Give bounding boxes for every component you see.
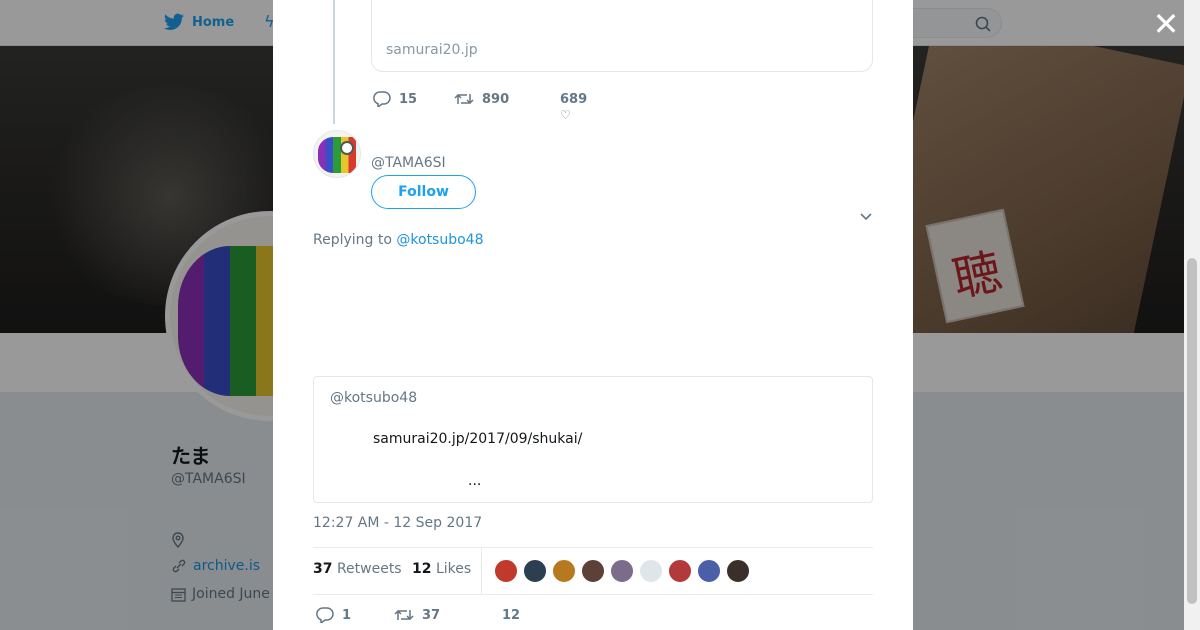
retweets-stat-label: Retweets — [336, 561, 402, 577]
like-count: 689 — [560, 91, 588, 107]
likes-stat-label: Likes — [435, 561, 472, 577]
close-icon[interactable]: ✕ — [1152, 8, 1180, 40]
retweet-button[interactable]: 37 — [394, 607, 502, 623]
heart-icon: ♡ — [560, 107, 571, 122]
liker-avatar[interactable] — [726, 559, 750, 583]
liker-avatar[interactable] — [494, 559, 518, 583]
tweet-permalink-modal: samurai20.jp 15 890 ♡ 689 @TAMA6SI Follo… — [273, 0, 913, 630]
quoted-tweet-handle: @kotsubo48 — [330, 390, 418, 406]
liker-avatar[interactable] — [552, 559, 576, 583]
quoted-tweet-card[interactable]: @kotsubo48 samurai20.jp/2017/09/shukai/ … — [313, 376, 873, 503]
retweets-stat-count: 37 — [313, 561, 333, 577]
stats-divider — [481, 548, 482, 594]
replying-to-link[interactable]: @kotsubo48 — [396, 232, 483, 248]
retweet-count: 890 — [482, 91, 510, 107]
chevron-down-icon[interactable] — [859, 210, 873, 224]
retweet-button[interactable]: 890 — [454, 91, 554, 107]
previous-tweet-actions: 15 890 ♡ 689 — [373, 91, 588, 122]
reply-count: 15 — [399, 91, 418, 107]
link-card-domain: samurai20.jp — [386, 42, 478, 58]
follow-button[interactable]: Follow — [371, 175, 476, 209]
scrollbar[interactable] — [1184, 0, 1200, 630]
like-button[interactable]: 12 — [502, 608, 520, 623]
previous-tweet-link-card[interactable]: samurai20.jp — [371, 0, 873, 72]
likes-stat[interactable]: 12 Likes — [412, 561, 471, 577]
replying-to: Replying to @kotsubo48 — [313, 232, 484, 248]
tweet-stats: 37 Retweets 12 Likes — [313, 547, 873, 595]
tweet-author-handle[interactable]: @TAMA6SI — [371, 155, 446, 171]
like-count: 12 — [502, 607, 521, 623]
reply-icon — [373, 91, 391, 107]
reply-icon — [316, 607, 334, 623]
retweets-stat[interactable]: 37 Retweets — [313, 561, 402, 577]
quoted-tweet-ellipsis: ... — [468, 473, 482, 489]
tweet-timestamp[interactable]: 12:27 AM - 12 Sep 2017 — [313, 515, 482, 531]
retweet-icon — [454, 94, 474, 104]
like-button[interactable]: ♡ 689 — [554, 91, 588, 122]
liker-avatar[interactable] — [697, 559, 721, 583]
tweet-author-avatar[interactable] — [313, 130, 361, 178]
reply-button[interactable]: 15 — [373, 91, 454, 107]
scrollbar-thumb[interactable] — [1187, 258, 1197, 604]
tweet-actions: 1 37 12 — [316, 607, 520, 623]
liker-avatar[interactable] — [523, 559, 547, 583]
reply-count: 1 — [342, 607, 352, 623]
retweet-count: 37 — [422, 607, 441, 623]
liker-avatars — [494, 559, 750, 583]
liker-avatar[interactable] — [581, 559, 605, 583]
liker-avatar[interactable] — [639, 559, 663, 583]
likes-stat-count: 12 — [412, 561, 432, 577]
liker-avatar[interactable] — [668, 559, 692, 583]
quoted-tweet-url: samurai20.jp/2017/09/shukai/ — [373, 431, 583, 447]
retweet-icon — [394, 610, 414, 620]
liker-avatar[interactable] — [610, 559, 634, 583]
replying-prefix: Replying to — [313, 232, 392, 248]
thread-connector-line — [333, 0, 335, 124]
reply-button[interactable]: 1 — [316, 607, 394, 623]
